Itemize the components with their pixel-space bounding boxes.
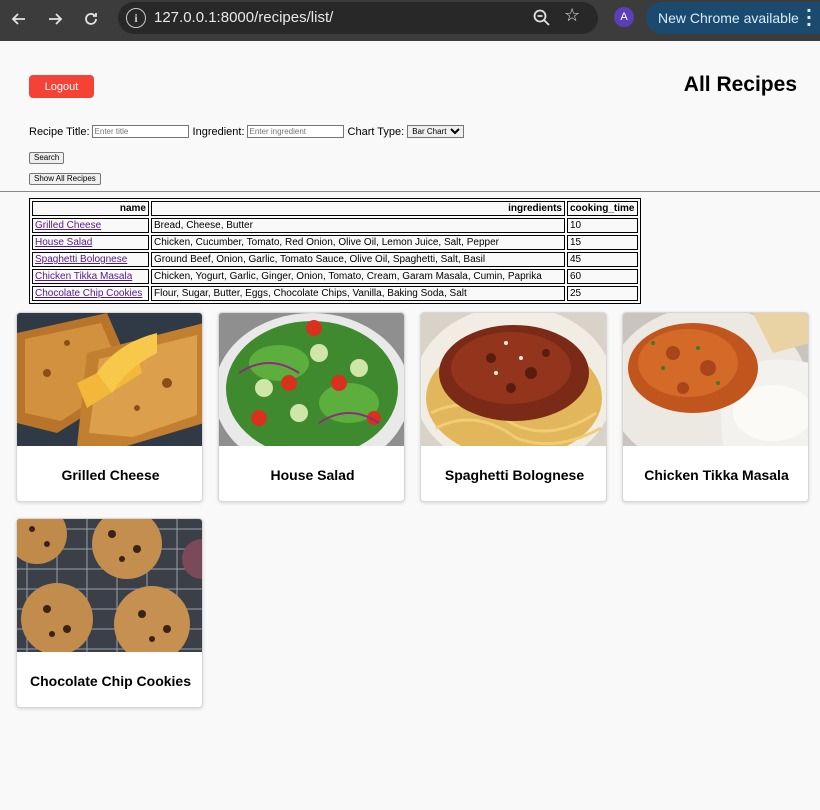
recipe-photo-chocolate-chip-cookies bbox=[17, 519, 202, 652]
zoom-icon[interactable] bbox=[532, 8, 552, 28]
ingredients-cell: Bread, Cheese, Butter bbox=[151, 218, 565, 233]
title-input[interactable] bbox=[91, 125, 189, 138]
recipe-card[interactable]: Chocolate Chip Cookies bbox=[16, 518, 203, 708]
ingredients-cell: Chicken, Yogurt, Garlic, Ginger, Onion, … bbox=[151, 269, 565, 284]
recipe-card[interactable]: Chicken Tikka Masala bbox=[622, 312, 809, 502]
more-vert-icon[interactable]: · · · bbox=[806, 3, 812, 33]
recipe-card-title[interactable]: House Salad bbox=[219, 446, 404, 501]
url-text[interactable]: 127.0.0.1:8000/recipes/list/ bbox=[154, 9, 333, 26]
title-label: Recipe Title: bbox=[29, 125, 90, 138]
ingredients-cell: Chicken, Cucumber, Tomato, Red Onion, Ol… bbox=[151, 235, 565, 250]
table-row: Grilled Cheese Bread, Cheese, Butter 10 bbox=[32, 218, 638, 233]
name-cell: Chocolate Chip Cookies bbox=[32, 286, 149, 301]
recipe-photo-chicken-tikka-masala bbox=[623, 313, 808, 446]
logout-button[interactable]: Logout bbox=[29, 75, 94, 98]
recipe-card-title[interactable]: Chicken Tikka Masala bbox=[623, 446, 808, 501]
update-chrome-button[interactable]: New Chrome available · · · bbox=[646, 2, 820, 34]
recipe-photo-spaghetti-bolognese bbox=[421, 313, 606, 446]
cooking-time-cell: 25 bbox=[567, 286, 638, 301]
name-cell: Chicken Tikka Masala bbox=[32, 269, 149, 284]
back-arrow-icon[interactable] bbox=[8, 8, 30, 30]
update-label: New Chrome available bbox=[658, 10, 799, 26]
forward-arrow-icon[interactable] bbox=[44, 8, 66, 30]
recipe-card[interactable]: House Salad bbox=[218, 312, 405, 502]
column-header: cooking_time bbox=[567, 201, 638, 216]
cooking-time-cell: 10 bbox=[567, 218, 638, 233]
recipe-card-title[interactable]: Spaghetti Bolognese bbox=[421, 446, 606, 501]
search-form: Recipe Title: Ingredient: Chart Type: Ba… bbox=[29, 125, 465, 138]
table-row: Chocolate Chip Cookies Flour, Sugar, But… bbox=[32, 286, 638, 301]
recipe-link[interactable]: House Salad bbox=[35, 237, 92, 248]
column-header: ingredients bbox=[151, 201, 565, 216]
name-cell: Spaghetti Bolognese bbox=[32, 252, 149, 267]
table-row: Chicken Tikka Masala Chicken, Yogurt, Ga… bbox=[32, 269, 638, 284]
recipe-card-title[interactable]: Chocolate Chip Cookies bbox=[17, 652, 202, 707]
ingredient-label: Ingredient: bbox=[192, 125, 245, 138]
ingredients-cell: Flour, Sugar, Butter, Eggs, Chocolate Ch… bbox=[151, 286, 565, 301]
page-title: All Recipes bbox=[683, 73, 797, 96]
cooking-time-cell: 45 bbox=[567, 252, 638, 267]
recipe-card[interactable]: Spaghetti Bolognese bbox=[420, 312, 607, 502]
column-header: name bbox=[32, 201, 149, 216]
recipe-card-title[interactable]: Grilled Cheese bbox=[17, 446, 202, 501]
recipe-link[interactable]: Grilled Cheese bbox=[35, 220, 101, 231]
bookmark-star-icon[interactable]: ☆ bbox=[564, 5, 580, 26]
ingredients-cell: Ground Beef, Onion, Garlic, Tomato Sauce… bbox=[151, 252, 565, 267]
recipe-link[interactable]: Spaghetti Bolognese bbox=[35, 254, 127, 265]
table-header-row: name ingredients cooking_time bbox=[32, 201, 638, 216]
table-row: Spaghetti Bolognese Ground Beef, Onion, … bbox=[32, 252, 638, 267]
ingredient-input[interactable] bbox=[246, 125, 344, 138]
table-row: House Salad Chicken, Cucumber, Tomato, R… bbox=[32, 235, 638, 250]
recipes-table: name ingredients cooking_time Grilled Ch… bbox=[29, 198, 641, 304]
show-all-recipes-button[interactable]: Show All Recipes bbox=[29, 173, 101, 185]
name-cell: House Salad bbox=[32, 235, 149, 250]
divider bbox=[0, 191, 820, 192]
name-cell: Grilled Cheese bbox=[32, 218, 149, 233]
address-bar[interactable]: i 127.0.0.1:8000/recipes/list/ ☆ bbox=[118, 2, 598, 34]
search-button[interactable]: Search bbox=[29, 152, 65, 164]
profile-avatar[interactable]: A bbox=[614, 7, 634, 27]
recipe-photo-house-salad bbox=[219, 313, 404, 446]
chart-type-select[interactable]: Bar Chart bbox=[407, 125, 465, 138]
recipe-card[interactable]: Grilled Cheese bbox=[16, 312, 203, 502]
cooking-time-cell: 15 bbox=[567, 235, 638, 250]
reload-icon[interactable] bbox=[80, 8, 102, 30]
recipe-link[interactable]: Chicken Tikka Masala bbox=[35, 271, 132, 282]
cooking-time-cell: 60 bbox=[567, 269, 638, 284]
recipe-photo-grilled-cheese bbox=[17, 313, 202, 446]
recipe-link[interactable]: Chocolate Chip Cookies bbox=[35, 288, 142, 299]
browser-toolbar: i 127.0.0.1:8000/recipes/list/ ☆ A New C… bbox=[0, 0, 820, 41]
chart-type-label: Chart Type: bbox=[347, 125, 405, 138]
site-info-icon[interactable]: i bbox=[126, 8, 146, 28]
